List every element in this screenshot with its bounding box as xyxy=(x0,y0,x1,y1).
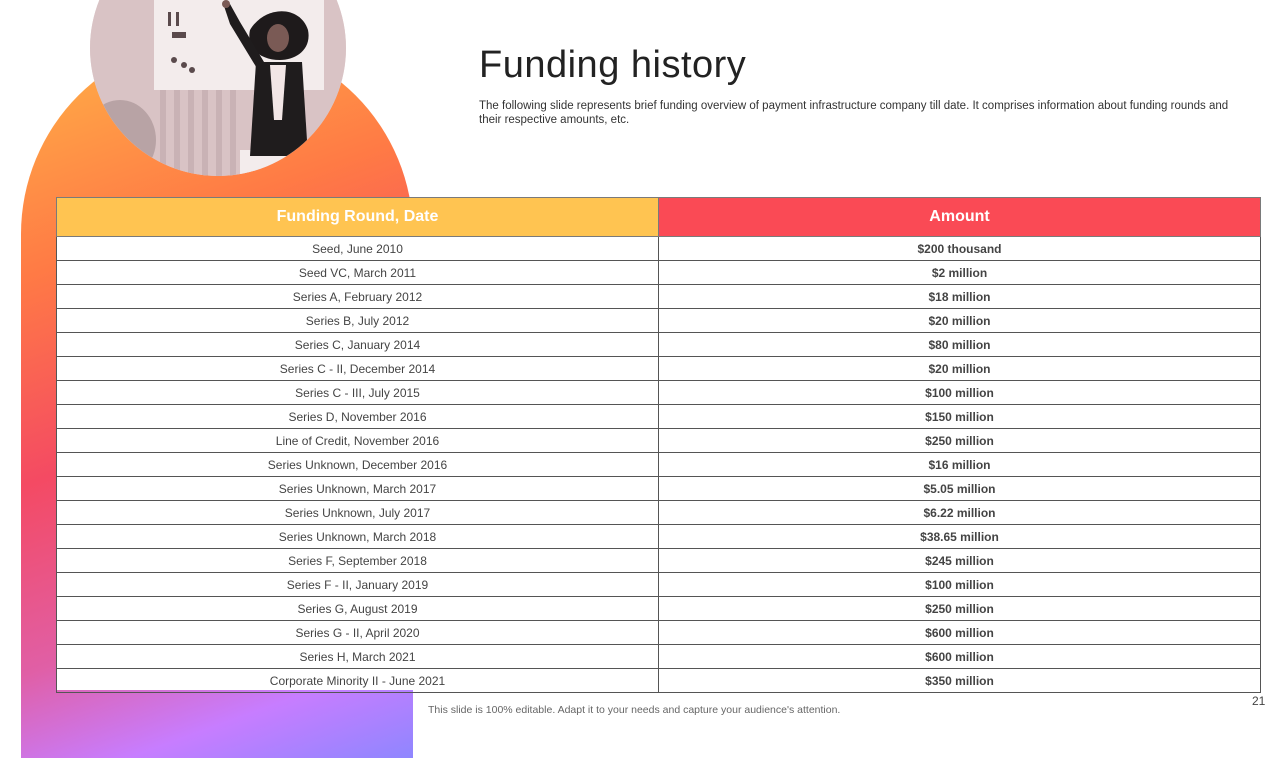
round-cell: Series F, September 2018 xyxy=(56,548,659,573)
round-cell: Seed, June 2010 xyxy=(56,236,659,261)
page-number: 21 xyxy=(1252,694,1266,708)
table-row: Series B, July 2012 $20 million xyxy=(56,308,1261,333)
amount-cell: $150 million xyxy=(658,404,1261,429)
round-cell: Line of Credit, November 2016 xyxy=(56,428,659,453)
amount-cell: $250 million xyxy=(658,428,1261,453)
amount-cell: $6.22 million xyxy=(658,500,1261,525)
amount-cell: $245 million xyxy=(658,548,1261,573)
round-cell: Series Unknown, July 2017 xyxy=(56,500,659,525)
amount-cell: $200 thousand xyxy=(658,236,1261,261)
amount-cell: $20 million xyxy=(658,308,1261,333)
table-row: Series G - II, April 2020 $600 million xyxy=(56,620,1261,645)
table-row: Series Unknown, March 2017 $5.05 million xyxy=(56,476,1261,501)
round-cell: Series A, February 2012 xyxy=(56,284,659,309)
table-row: Series Unknown, March 2018 $38.65 million xyxy=(56,524,1261,549)
table-row: Series F - II, January 2019 $100 million xyxy=(56,572,1261,597)
round-cell: Series C - III, July 2015 xyxy=(56,380,659,405)
amount-cell: $20 million xyxy=(658,356,1261,381)
round-cell: Series G - II, April 2020 xyxy=(56,620,659,645)
amount-cell: $600 million xyxy=(658,620,1261,645)
table-row: Series C - III, July 2015 $100 million xyxy=(56,380,1261,405)
round-cell: Series F - II, January 2019 xyxy=(56,572,659,597)
amount-cell: $250 million xyxy=(658,596,1261,621)
round-cell: Series B, July 2012 xyxy=(56,308,659,333)
table-row: Series A, February 2012 $18 million xyxy=(56,284,1261,309)
round-cell: Series G, August 2019 xyxy=(56,596,659,621)
table-row: Series H, March 2021 $600 million xyxy=(56,644,1261,669)
table-header-row: Funding Round, Date Amount xyxy=(56,197,1261,237)
round-cell: Series Unknown, March 2017 xyxy=(56,476,659,501)
amount-cell: $80 million xyxy=(658,332,1261,357)
amount-cell: $100 million xyxy=(658,572,1261,597)
table-row: Line of Credit, November 2016 $250 millio… xyxy=(56,428,1261,453)
table-row: Series G, August 2019 $250 million xyxy=(56,596,1261,621)
table-row: Seed VC, March 2011 $2 million xyxy=(56,260,1261,285)
round-cell: Series Unknown, March 2018 xyxy=(56,524,659,549)
amount-cell: $2 million xyxy=(658,260,1261,285)
amount-cell: $18 million xyxy=(658,284,1261,309)
table-row: Seed, June 2010 $200 thousand xyxy=(56,236,1261,261)
round-cell: Seed VC, March 2011 xyxy=(56,260,659,285)
round-cell: Series Unknown, December 2016 xyxy=(56,452,659,477)
round-cell: Series C, January 2014 xyxy=(56,332,659,357)
amount-cell: $5.05 million xyxy=(658,476,1261,501)
amount-cell: $100 million xyxy=(658,380,1261,405)
round-cell: Series D, November 2016 xyxy=(56,404,659,429)
footer-note: This slide is 100% editable. Adapt it to… xyxy=(428,704,841,716)
round-cell: Series C - II, December 2014 xyxy=(56,356,659,381)
table-row: Series F, September 2018 $245 million xyxy=(56,548,1261,573)
table-row: Series C, January 2014 $80 million xyxy=(56,332,1261,357)
amount-cell: $350 million xyxy=(658,668,1261,693)
amount-cell: $38.65 million xyxy=(658,524,1261,549)
column-header-amount: Amount xyxy=(658,197,1261,237)
table-row: Series Unknown, July 2017 $6.22 million xyxy=(56,500,1261,525)
table-row: Series D, November 2016 $150 million xyxy=(56,404,1261,429)
amount-cell: $16 million xyxy=(658,452,1261,477)
column-header-round: Funding Round, Date xyxy=(56,197,659,237)
round-cell: Corporate Minority II - June 2021 xyxy=(56,668,659,693)
funding-table-container: Funding Round, Date Amount Seed, June 20… xyxy=(56,197,1261,693)
round-cell: Series H, March 2021 xyxy=(56,644,659,669)
table-row: Series C - II, December 2014 $20 million xyxy=(56,356,1261,381)
funding-table: Funding Round, Date Amount Seed, June 20… xyxy=(56,197,1261,693)
table-row: Series Unknown, December 2016 $16 million xyxy=(56,452,1261,477)
page-title: Funding history xyxy=(479,44,747,86)
amount-cell: $600 million xyxy=(658,644,1261,669)
table-row: Corporate Minority II - June 2021 $350 mi… xyxy=(56,668,1261,693)
slide-description: The following slide represents brief fun… xyxy=(479,100,1229,126)
